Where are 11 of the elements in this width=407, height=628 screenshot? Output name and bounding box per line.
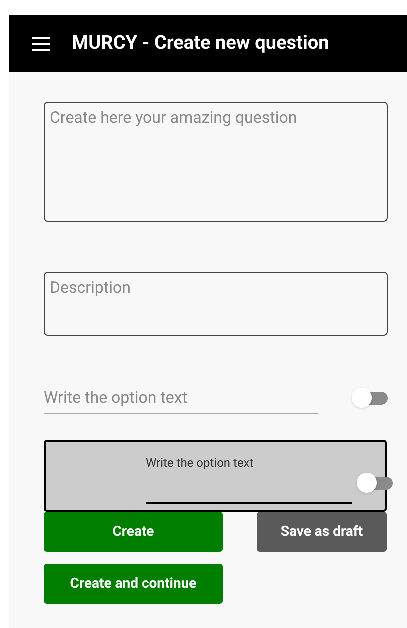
- menu-icon[interactable]: [32, 36, 50, 50]
- page-title: MURCY - Create new question: [72, 30, 330, 56]
- toggle-switch[interactable]: [357, 473, 393, 493]
- toggle-switch[interactable]: [352, 388, 388, 408]
- question-field[interactable]: Create here your amazing question: [44, 102, 388, 222]
- draft-button[interactable]: Save as draft: [257, 512, 387, 552]
- option-field[interactable]: Write the option text: [44, 382, 318, 414]
- option-field[interactable]: Write the option text: [146, 452, 352, 504]
- description-field[interactable]: Description: [44, 272, 388, 336]
- create-button[interactable]: Create: [44, 512, 223, 552]
- create-button[interactable]: Create and continue: [44, 564, 223, 604]
